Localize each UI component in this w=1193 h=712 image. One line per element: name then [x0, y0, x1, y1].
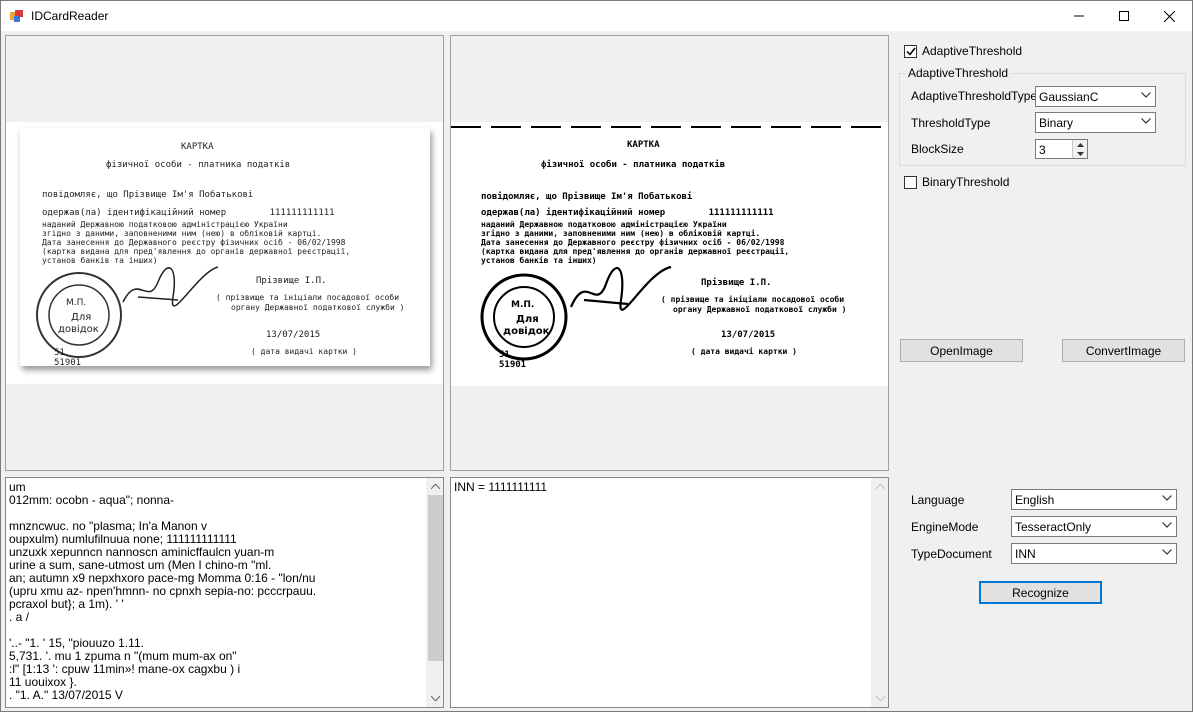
- block-size-label: BlockSize: [911, 142, 964, 156]
- ocr-output-textbox[interactable]: um 012mm: ocobn - aqua"; nonna- mnzncwuc…: [5, 477, 444, 708]
- block-size-value: 3: [1039, 143, 1046, 157]
- maximize-icon: [1119, 11, 1129, 21]
- title-bar[interactable]: IDCardReader: [1, 1, 1192, 31]
- bw-card-date: 13/07/2015: [721, 330, 776, 340]
- bw-card-subheader: фізичної особи - платника податків: [541, 160, 726, 170]
- adaptive-threshold-label: AdaptiveThreshold: [922, 44, 1023, 58]
- app-icon: [10, 10, 23, 22]
- scroll-up-icon[interactable]: [427, 478, 443, 495]
- adaptive-type-select[interactable]: GaussianC: [1035, 86, 1156, 107]
- adaptive-type-label: AdaptiveThresholdType: [911, 89, 1038, 103]
- bw-card-code: 51901: [499, 360, 527, 370]
- stamp-dlya: Для: [71, 312, 91, 323]
- spinner[interactable]: [1072, 140, 1087, 158]
- block-size-stepper[interactable]: 3: [1035, 139, 1088, 159]
- stamp-dovidok: довідок: [58, 323, 99, 335]
- bw-card-signature-name: Прізвище І.П.: [701, 278, 772, 288]
- engine-mode-label: EngineMode: [911, 520, 979, 534]
- bw-card-line-1: повідомляє, що Прізвище Ім'я Побатькові: [481, 192, 693, 202]
- scroll-down-icon[interactable]: [427, 690, 443, 707]
- type-document-select[interactable]: INN: [1011, 543, 1177, 564]
- bw-stamp-dovidok: довідок: [503, 326, 550, 337]
- chevron-down-icon: [1141, 118, 1151, 124]
- language-select[interactable]: English: [1011, 489, 1177, 510]
- ocr-output-scrollbar[interactable]: [426, 478, 443, 707]
- card-line-2: одержав(ла) ідентифікаційний номер 11111…: [42, 208, 335, 218]
- result-text: INN = 1111111111: [454, 480, 548, 494]
- language-label: Language: [911, 493, 965, 507]
- official-stamp: М.П. Для довідок: [36, 272, 122, 358]
- adaptive-threshold-checkbox[interactable]: AdaptiveThreshold: [904, 44, 1022, 58]
- result-scroll-up-icon[interactable]: [872, 478, 888, 495]
- recognize-button[interactable]: Recognize: [979, 581, 1102, 604]
- bw-stamp-dlya: Для: [516, 314, 539, 325]
- type-document-value: INN: [1015, 547, 1036, 561]
- scroll-thumb[interactable]: [428, 495, 443, 661]
- group-title: AdaptiveThreshold: [906, 66, 1011, 80]
- minimize-icon: [1074, 15, 1084, 17]
- ocr-output-text: um 012mm: ocobn - aqua"; nonna- mnzncwuc…: [9, 480, 317, 702]
- threshold-type-select[interactable]: Binary: [1035, 112, 1156, 133]
- minimize-button[interactable]: [1056, 1, 1102, 31]
- card-date-note: ( дата видачі картки ): [251, 347, 357, 356]
- card-header: КАРТКА: [181, 142, 214, 152]
- chevron-down-icon: [1162, 495, 1172, 501]
- original-image-panel: КАРТКА фізичної особи - платника податкі…: [5, 35, 444, 471]
- original-card-image: КАРТКА фізичної особи - платника податкі…: [6, 122, 443, 384]
- window-title: IDCardReader: [31, 9, 109, 23]
- open-image-button[interactable]: OpenImage: [900, 339, 1023, 362]
- binary-threshold-checkbox[interactable]: BinaryThreshold: [904, 175, 1009, 189]
- card-date: 13/07/2015: [266, 330, 321, 340]
- adaptive-type-value: GaussianC: [1039, 90, 1099, 104]
- binary-threshold-label: BinaryThreshold: [922, 175, 1010, 189]
- checkbox-checked-icon[interactable]: [904, 44, 917, 58]
- converted-card-image: КАРТКА фізичної особи - платника податкі…: [451, 122, 888, 386]
- threshold-type-label: ThresholdType: [911, 116, 991, 130]
- result-textbox[interactable]: INN = 1111111111: [450, 477, 889, 708]
- close-icon: [1163, 10, 1175, 22]
- bw-card-line-2: одержав(ла) ідентифікаційний номер 11111…: [481, 208, 774, 218]
- bw-official-stamp: М.П. Для довідок: [480, 273, 568, 361]
- chevron-down-icon: [1162, 522, 1172, 528]
- bw-card-date-note: ( дата видачі картки ): [691, 347, 797, 356]
- type-document-label: TypeDocument: [911, 547, 992, 561]
- app-window: IDCardReader КАРТКА фізичної особи - пла…: [0, 0, 1193, 712]
- checkbox-unchecked-icon[interactable]: [904, 175, 917, 189]
- card-signature-name: Прізвище І.П.: [256, 276, 327, 286]
- bw-card-header: КАРТКА: [627, 140, 660, 150]
- result-scroll-down-icon[interactable]: [872, 690, 888, 707]
- bw-card-signature-note-2: органу Державної податкової служби ): [673, 305, 847, 314]
- chevron-down-icon: [1141, 92, 1151, 98]
- engine-mode-value: TesseractOnly: [1015, 520, 1092, 534]
- chevron-down-icon: [1162, 549, 1172, 555]
- language-value: English: [1015, 493, 1055, 507]
- stamp-mp: М.П.: [66, 298, 86, 308]
- card-code: 51901: [54, 358, 82, 368]
- spin-down-icon[interactable]: [1073, 149, 1087, 158]
- card-subheader: фізичної особи - платника податків: [106, 160, 291, 170]
- card-signature-note-2: органу Державної податкової служби ): [231, 303, 405, 312]
- engine-mode-select[interactable]: TesseractOnly: [1011, 516, 1177, 537]
- signature-scribble: [122, 266, 219, 307]
- bw-stamp-mp: М.П.: [511, 300, 534, 310]
- bw-signature-scribble: [569, 265, 672, 311]
- convert-image-button[interactable]: ConvertImage: [1062, 339, 1185, 362]
- result-scrollbar[interactable]: [871, 478, 888, 707]
- close-button[interactable]: [1146, 1, 1192, 31]
- maximize-button[interactable]: [1101, 1, 1147, 31]
- card-line-1: повідомляє, що Прізвище Ім'я Побатькові: [42, 190, 254, 200]
- threshold-type-value: Binary: [1039, 116, 1074, 130]
- converted-image-panel: КАРТКА фізичної особи - платника податкі…: [450, 35, 889, 471]
- spin-up-icon[interactable]: [1073, 140, 1087, 149]
